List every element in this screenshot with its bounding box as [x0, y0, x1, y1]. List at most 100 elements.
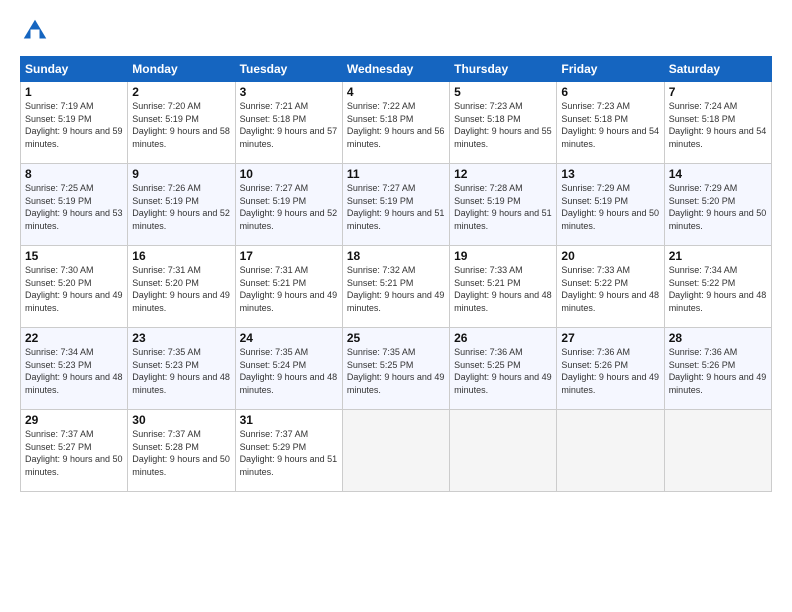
- calendar-cell: 27 Sunrise: 7:36 AM Sunset: 5:26 PM Dayl…: [557, 328, 664, 410]
- day-info: Sunrise: 7:29 AM Sunset: 5:20 PM Dayligh…: [669, 182, 767, 232]
- sunrise: Sunrise: 7:28 AM: [454, 183, 523, 193]
- calendar-week-5: 29 Sunrise: 7:37 AM Sunset: 5:27 PM Dayl…: [21, 410, 772, 492]
- day-number: 29: [25, 413, 123, 427]
- day-info: Sunrise: 7:19 AM Sunset: 5:19 PM Dayligh…: [25, 100, 123, 150]
- calendar-cell: 9 Sunrise: 7:26 AM Sunset: 5:19 PM Dayli…: [128, 164, 235, 246]
- day-number: 5: [454, 85, 552, 99]
- day-info: Sunrise: 7:33 AM Sunset: 5:22 PM Dayligh…: [561, 264, 659, 314]
- day-number: 12: [454, 167, 552, 181]
- day-info: Sunrise: 7:30 AM Sunset: 5:20 PM Dayligh…: [25, 264, 123, 314]
- sunset: Sunset: 5:23 PM: [132, 360, 199, 370]
- sunset: Sunset: 5:18 PM: [669, 114, 736, 124]
- day-info: Sunrise: 7:20 AM Sunset: 5:19 PM Dayligh…: [132, 100, 230, 150]
- calendar-cell: 7 Sunrise: 7:24 AM Sunset: 5:18 PM Dayli…: [664, 82, 771, 164]
- sunrise: Sunrise: 7:24 AM: [669, 101, 738, 111]
- sunset: Sunset: 5:24 PM: [240, 360, 307, 370]
- day-info: Sunrise: 7:33 AM Sunset: 5:21 PM Dayligh…: [454, 264, 552, 314]
- day-info: Sunrise: 7:26 AM Sunset: 5:19 PM Dayligh…: [132, 182, 230, 232]
- daylight: Daylight: 9 hours and 50 minutes.: [669, 208, 767, 231]
- day-number: 7: [669, 85, 767, 99]
- logo-icon: [20, 16, 50, 46]
- daylight: Daylight: 9 hours and 54 minutes.: [669, 126, 767, 149]
- sunset: Sunset: 5:18 PM: [454, 114, 521, 124]
- header: [20, 16, 772, 46]
- day-info: Sunrise: 7:27 AM Sunset: 5:19 PM Dayligh…: [347, 182, 445, 232]
- day-info: Sunrise: 7:36 AM Sunset: 5:26 PM Dayligh…: [561, 346, 659, 396]
- day-number: 25: [347, 331, 445, 345]
- daylight: Daylight: 9 hours and 48 minutes.: [240, 372, 338, 395]
- page: SundayMondayTuesdayWednesdayThursdayFrid…: [0, 0, 792, 612]
- daylight: Daylight: 9 hours and 48 minutes.: [669, 290, 767, 313]
- day-number: 26: [454, 331, 552, 345]
- daylight: Daylight: 9 hours and 50 minutes.: [561, 208, 659, 231]
- day-number: 8: [25, 167, 123, 181]
- calendar-cell: 23 Sunrise: 7:35 AM Sunset: 5:23 PM Dayl…: [128, 328, 235, 410]
- calendar-cell: 18 Sunrise: 7:32 AM Sunset: 5:21 PM Dayl…: [342, 246, 449, 328]
- calendar-cell: 26 Sunrise: 7:36 AM Sunset: 5:25 PM Dayl…: [450, 328, 557, 410]
- calendar-header-thursday: Thursday: [450, 57, 557, 82]
- sunrise: Sunrise: 7:36 AM: [561, 347, 630, 357]
- sunrise: Sunrise: 7:33 AM: [454, 265, 523, 275]
- calendar-cell: 14 Sunrise: 7:29 AM Sunset: 5:20 PM Dayl…: [664, 164, 771, 246]
- sunset: Sunset: 5:19 PM: [132, 196, 199, 206]
- sunrise: Sunrise: 7:30 AM: [25, 265, 94, 275]
- calendar: SundayMondayTuesdayWednesdayThursdayFrid…: [20, 56, 772, 492]
- daylight: Daylight: 9 hours and 49 minutes.: [454, 372, 552, 395]
- day-number: 19: [454, 249, 552, 263]
- sunset: Sunset: 5:27 PM: [25, 442, 92, 452]
- sunset: Sunset: 5:18 PM: [561, 114, 628, 124]
- logo: [20, 16, 54, 46]
- day-info: Sunrise: 7:22 AM Sunset: 5:18 PM Dayligh…: [347, 100, 445, 150]
- sunset: Sunset: 5:20 PM: [25, 278, 92, 288]
- sunset: Sunset: 5:19 PM: [132, 114, 199, 124]
- day-info: Sunrise: 7:35 AM Sunset: 5:25 PM Dayligh…: [347, 346, 445, 396]
- sunrise: Sunrise: 7:20 AM: [132, 101, 201, 111]
- day-info: Sunrise: 7:37 AM Sunset: 5:27 PM Dayligh…: [25, 428, 123, 478]
- daylight: Daylight: 9 hours and 49 minutes.: [347, 372, 445, 395]
- day-info: Sunrise: 7:31 AM Sunset: 5:21 PM Dayligh…: [240, 264, 338, 314]
- day-number: 17: [240, 249, 338, 263]
- calendar-header-tuesday: Tuesday: [235, 57, 342, 82]
- daylight: Daylight: 9 hours and 52 minutes.: [240, 208, 338, 231]
- sunset: Sunset: 5:21 PM: [347, 278, 414, 288]
- daylight: Daylight: 9 hours and 59 minutes.: [25, 126, 123, 149]
- sunset: Sunset: 5:19 PM: [25, 196, 92, 206]
- day-info: Sunrise: 7:35 AM Sunset: 5:24 PM Dayligh…: [240, 346, 338, 396]
- daylight: Daylight: 9 hours and 48 minutes.: [454, 290, 552, 313]
- calendar-cell: 8 Sunrise: 7:25 AM Sunset: 5:19 PM Dayli…: [21, 164, 128, 246]
- daylight: Daylight: 9 hours and 51 minutes.: [454, 208, 552, 231]
- day-info: Sunrise: 7:23 AM Sunset: 5:18 PM Dayligh…: [561, 100, 659, 150]
- day-info: Sunrise: 7:28 AM Sunset: 5:19 PM Dayligh…: [454, 182, 552, 232]
- calendar-cell: 24 Sunrise: 7:35 AM Sunset: 5:24 PM Dayl…: [235, 328, 342, 410]
- day-info: Sunrise: 7:36 AM Sunset: 5:26 PM Dayligh…: [669, 346, 767, 396]
- calendar-cell: 13 Sunrise: 7:29 AM Sunset: 5:19 PM Dayl…: [557, 164, 664, 246]
- daylight: Daylight: 9 hours and 50 minutes.: [25, 454, 123, 477]
- calendar-cell: 30 Sunrise: 7:37 AM Sunset: 5:28 PM Dayl…: [128, 410, 235, 492]
- day-number: 11: [347, 167, 445, 181]
- calendar-cell: 19 Sunrise: 7:33 AM Sunset: 5:21 PM Dayl…: [450, 246, 557, 328]
- sunrise: Sunrise: 7:33 AM: [561, 265, 630, 275]
- sunrise: Sunrise: 7:31 AM: [240, 265, 309, 275]
- daylight: Daylight: 9 hours and 49 minutes.: [240, 290, 338, 313]
- sunset: Sunset: 5:19 PM: [454, 196, 521, 206]
- calendar-cell: 3 Sunrise: 7:21 AM Sunset: 5:18 PM Dayli…: [235, 82, 342, 164]
- calendar-cell: 12 Sunrise: 7:28 AM Sunset: 5:19 PM Dayl…: [450, 164, 557, 246]
- sunrise: Sunrise: 7:35 AM: [347, 347, 416, 357]
- day-number: 23: [132, 331, 230, 345]
- calendar-cell: 21 Sunrise: 7:34 AM Sunset: 5:22 PM Dayl…: [664, 246, 771, 328]
- sunrise: Sunrise: 7:21 AM: [240, 101, 309, 111]
- calendar-cell: 10 Sunrise: 7:27 AM Sunset: 5:19 PM Dayl…: [235, 164, 342, 246]
- sunrise: Sunrise: 7:23 AM: [561, 101, 630, 111]
- day-info: Sunrise: 7:34 AM Sunset: 5:23 PM Dayligh…: [25, 346, 123, 396]
- daylight: Daylight: 9 hours and 48 minutes.: [561, 290, 659, 313]
- calendar-header-monday: Monday: [128, 57, 235, 82]
- sunset: Sunset: 5:26 PM: [669, 360, 736, 370]
- sunrise: Sunrise: 7:19 AM: [25, 101, 94, 111]
- sunrise: Sunrise: 7:37 AM: [132, 429, 201, 439]
- sunrise: Sunrise: 7:32 AM: [347, 265, 416, 275]
- sunset: Sunset: 5:28 PM: [132, 442, 199, 452]
- day-number: 30: [132, 413, 230, 427]
- daylight: Daylight: 9 hours and 51 minutes.: [347, 208, 445, 231]
- day-info: Sunrise: 7:27 AM Sunset: 5:19 PM Dayligh…: [240, 182, 338, 232]
- calendar-header-wednesday: Wednesday: [342, 57, 449, 82]
